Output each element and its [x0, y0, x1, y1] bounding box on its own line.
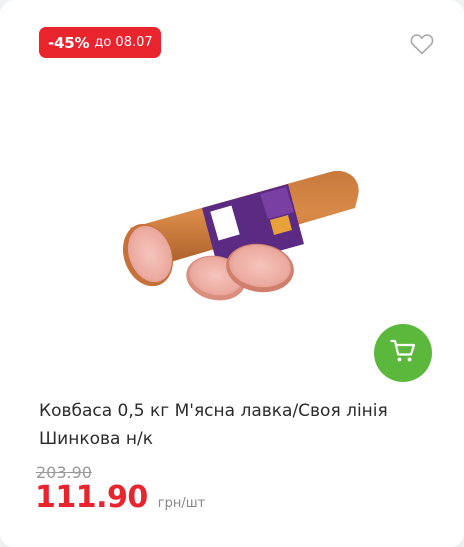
price-row: 111.90 грн/шт [35, 480, 205, 515]
product-title[interactable]: Ковбаса 0,5 кг М'ясна лавка/Своя лінія Ш… [39, 397, 444, 453]
price-unit: грн/шт [157, 496, 206, 511]
current-price: 111.90 [35, 480, 148, 515]
discount-until-date: до 08.07 [94, 35, 153, 50]
cart-icon [390, 339, 416, 367]
discount-percent: -45% [48, 33, 90, 52]
product-image[interactable] [110, 150, 370, 310]
product-card[interactable]: -45% до 08.07 Ковбаса 0,5 кг М'ясна лавк… [0, 0, 464, 547]
discount-badge: -45% до 08.07 [39, 27, 161, 58]
heart-icon[interactable] [410, 33, 434, 55]
add-to-cart-button[interactable] [374, 324, 432, 382]
